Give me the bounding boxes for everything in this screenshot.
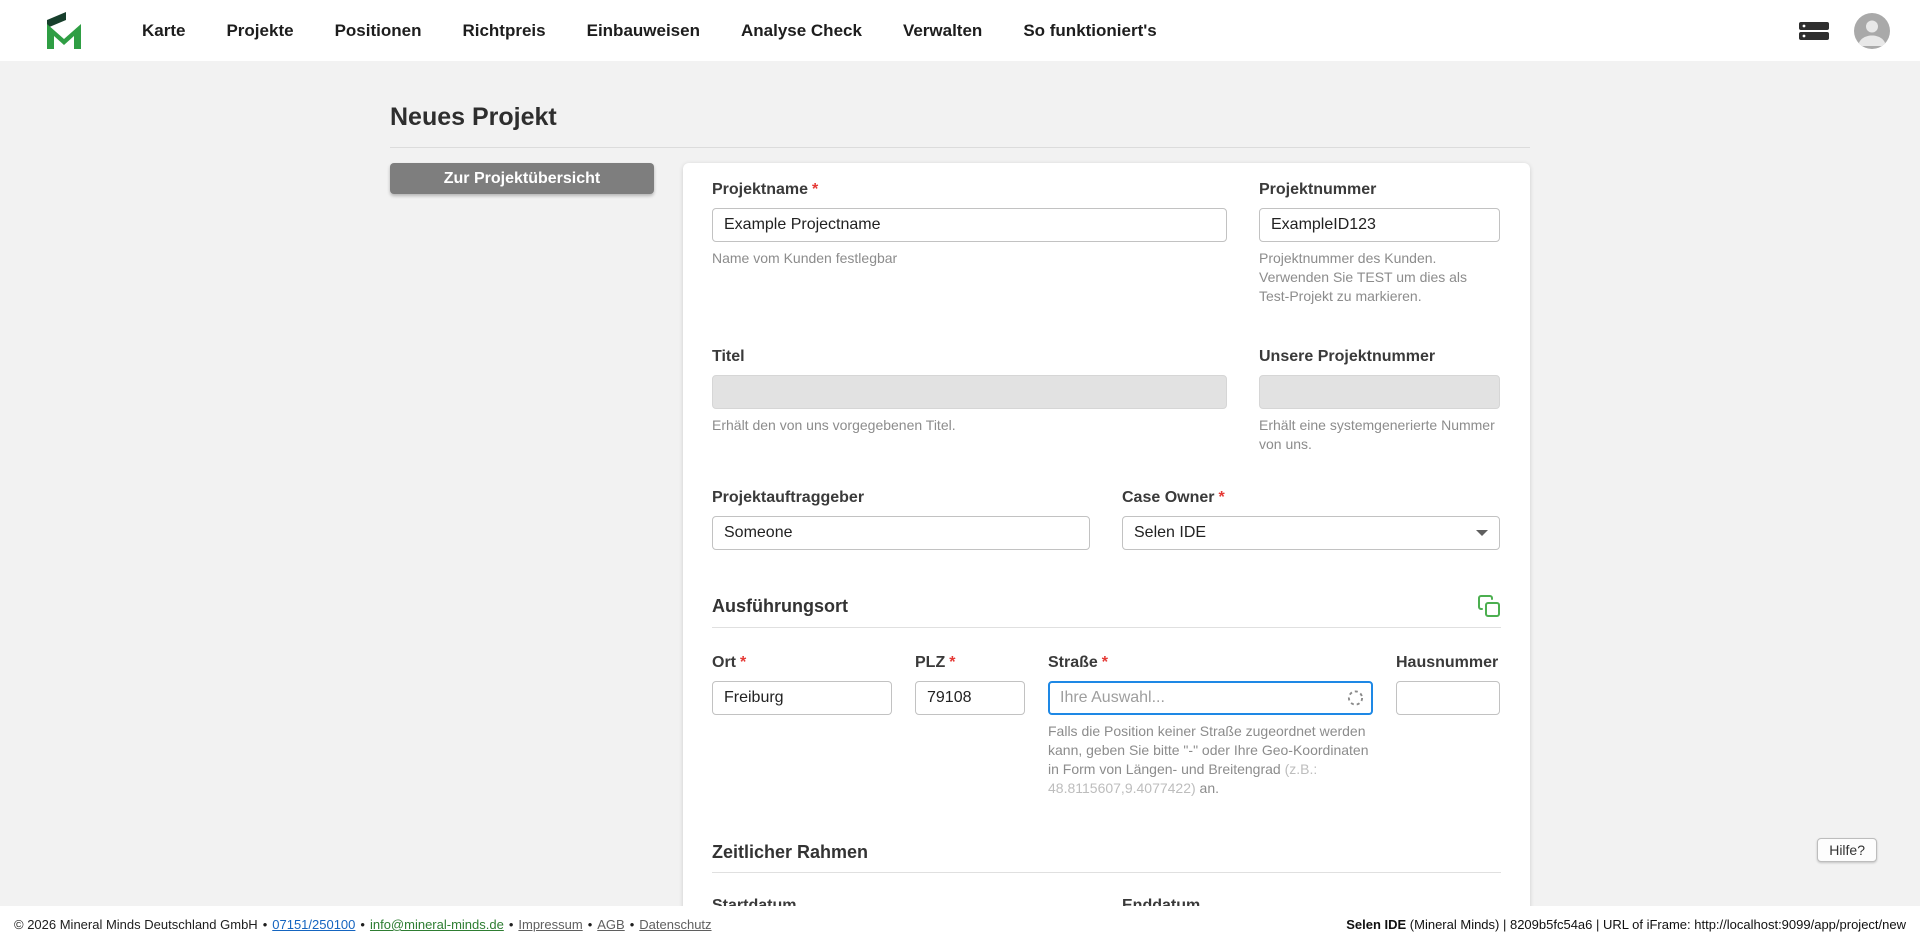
required-marker: * — [949, 654, 955, 671]
case-owner-select[interactable]: Selen IDE — [1122, 516, 1500, 550]
mineral-minds-logo-icon[interactable] — [42, 9, 86, 53]
startdatum-label: Startdatum — [712, 897, 1090, 906]
projektnummer-label: Projektnummer — [1259, 181, 1500, 199]
chevron-down-icon — [1476, 530, 1488, 536]
plz-label: PLZ* — [915, 654, 1025, 672]
main-menu: Karte Projekte Positionen Richtpreis Ein… — [142, 21, 1157, 41]
section-divider — [712, 872, 1501, 873]
footer-separator: • — [630, 917, 635, 932]
titel-helper: Erhält den von uns vorgegebenen Titel. — [712, 416, 1227, 435]
required-marker: * — [740, 654, 746, 671]
title-divider — [390, 147, 1530, 148]
nav-item-positionen[interactable]: Positionen — [335, 21, 422, 41]
case-owner-value: Selen IDE — [1134, 524, 1206, 542]
field-startdatum: Startdatum — [712, 897, 1090, 906]
footer-separator: • — [360, 917, 365, 932]
footer-phone-link[interactable]: 07151/250100 — [272, 917, 355, 932]
projektname-input[interactable] — [712, 208, 1227, 242]
help-button[interactable]: Hilfe? — [1817, 838, 1877, 862]
field-projektauftraggeber: Projektauftraggeber — [712, 489, 1090, 550]
section-divider — [712, 627, 1501, 628]
main-content: Neues Projekt Zur Projektübersicht Proje… — [0, 61, 1920, 906]
new-project-form-card: Projektname* Name vom Kunden festlegbar … — [683, 163, 1530, 906]
top-nav: Karte Projekte Positionen Richtpreis Ein… — [0, 0, 1920, 61]
field-titel: Titel Erhält den von uns vorgegebenen Ti… — [712, 348, 1227, 454]
required-marker: * — [1102, 654, 1108, 671]
titel-label: Titel — [712, 348, 1227, 366]
field-plz: PLZ* — [915, 654, 1025, 798]
projektname-label: Projektname* — [712, 181, 1227, 199]
copy-icon[interactable] — [1477, 594, 1501, 618]
footer-left: © 2026 Mineral Minds Deutschland GmbH • … — [14, 917, 712, 932]
back-to-projects-button[interactable]: Zur Projektübersicht — [390, 163, 654, 194]
titel-input — [712, 375, 1227, 409]
ausfuehrungsort-heading: Ausführungsort — [712, 596, 848, 617]
hausnummer-input[interactable] — [1396, 681, 1500, 715]
hausnummer-label: Hausnummer — [1396, 654, 1500, 672]
nav-item-analyse-check[interactable]: Analyse Check — [741, 21, 862, 41]
footer-separator: • — [509, 917, 514, 932]
ort-label: Ort* — [712, 654, 892, 672]
nav-item-einbauweisen[interactable]: Einbauweisen — [587, 21, 700, 41]
nav-item-karte[interactable]: Karte — [142, 21, 185, 41]
projektname-helper: Name vom Kunden festlegbar — [712, 249, 1227, 268]
footer-user-name: Selen IDE — [1346, 917, 1406, 932]
case-owner-label: Case Owner* — [1122, 489, 1500, 507]
field-ort: Ort* — [712, 654, 892, 798]
strasse-input[interactable] — [1048, 681, 1373, 715]
footer-separator: • — [263, 917, 268, 932]
nav-item-richtpreis[interactable]: Richtpreis — [462, 21, 545, 41]
zeitlicher-rahmen-heading: Zeitlicher Rahmen — [712, 842, 868, 863]
strasse-helper: Falls die Position keiner Straße zugeord… — [1048, 722, 1373, 798]
field-enddatum: Enddatum — [1122, 897, 1500, 906]
footer: © 2026 Mineral Minds Deutschland GmbH • … — [0, 906, 1920, 943]
field-case-owner: Case Owner* Selen IDE — [1122, 489, 1500, 550]
unsere-projektnummer-input — [1259, 375, 1500, 409]
ort-input[interactable] — [712, 681, 892, 715]
loading-spinner-icon — [1347, 690, 1364, 707]
section-ausfuehrungsort: Ausführungsort Ort* — [712, 594, 1501, 798]
footer-copyright: © 2026 Mineral Minds Deutschland GmbH — [14, 917, 258, 932]
field-hausnummer: Hausnummer — [1396, 654, 1500, 798]
nav-item-verwalten[interactable]: Verwalten — [903, 21, 982, 41]
footer-email-link[interactable]: info@mineral-minds.de — [370, 917, 504, 932]
footer-datenschutz-link[interactable]: Datenschutz — [639, 917, 711, 932]
footer-session-info: Selen IDE (Mineral Minds) | 8209b5fc54a6… — [1346, 917, 1906, 932]
footer-separator: • — [588, 917, 593, 932]
page-title: Neues Projekt — [390, 103, 1530, 132]
field-projektnummer: Projektnummer Projektnummer des Kunden. … — [1259, 181, 1500, 306]
projektnummer-helper: Projektnummer des Kunden. Verwenden Sie … — [1259, 249, 1500, 306]
projektauftraggeber-label: Projektauftraggeber — [712, 489, 1090, 507]
nav-item-so-funktionierts[interactable]: So funktioniert's — [1023, 21, 1156, 41]
user-avatar-icon[interactable] — [1854, 13, 1890, 49]
required-marker: * — [1218, 489, 1224, 506]
field-unsere-projektnummer: Unsere Projektnummer Erhält eine systemg… — [1259, 348, 1500, 454]
field-projektname: Projektname* Name vom Kunden festlegbar — [712, 181, 1227, 306]
enddatum-label: Enddatum — [1122, 897, 1500, 906]
section-zeitlicher-rahmen: Zeitlicher Rahmen Startdatum Enddat — [712, 842, 1501, 906]
footer-agb-link[interactable]: AGB — [597, 917, 624, 932]
unsere-projektnummer-label: Unsere Projektnummer — [1259, 348, 1500, 366]
strasse-label: Straße* — [1048, 654, 1373, 672]
nav-right-actions — [1798, 13, 1890, 49]
footer-session-details: (Mineral Minds) | 8209b5fc54a6 | URL of … — [1406, 917, 1906, 932]
field-strasse: Straße* Falls — [1048, 654, 1373, 798]
projektauftraggeber-input[interactable] — [712, 516, 1090, 550]
footer-impressum-link[interactable]: Impressum — [518, 917, 582, 932]
nav-item-projekte[interactable]: Projekte — [226, 21, 293, 41]
projektnummer-input[interactable] — [1259, 208, 1500, 242]
unsere-projektnummer-helper: Erhält eine systemgenerierte Nummer von … — [1259, 416, 1500, 454]
required-marker: * — [812, 181, 818, 198]
server-icon[interactable] — [1798, 19, 1830, 43]
plz-input[interactable] — [915, 681, 1025, 715]
